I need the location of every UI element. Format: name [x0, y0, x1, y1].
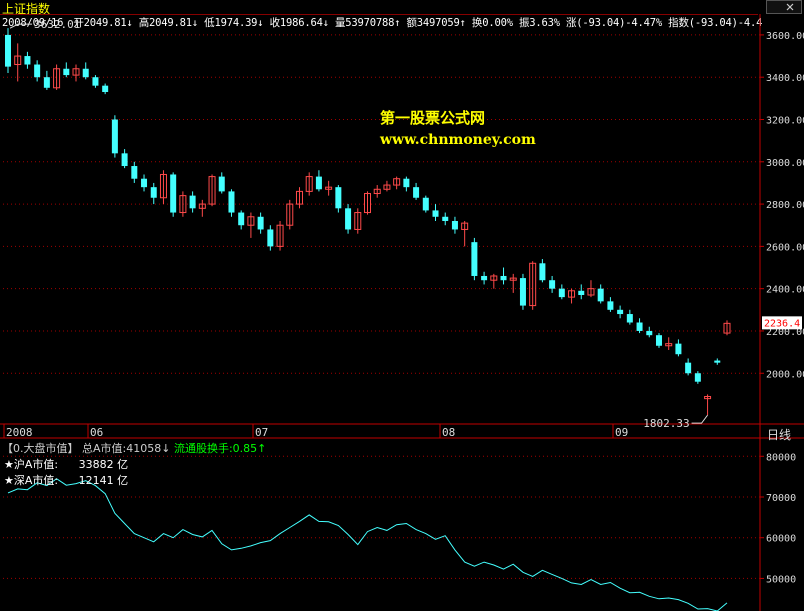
high-annotation: 3632.01	[34, 18, 80, 31]
candle-body-down	[238, 212, 245, 226]
lower-y-tick-label: 80000	[766, 452, 796, 463]
candle-body-down	[646, 330, 653, 336]
candle-body-down	[150, 187, 157, 198]
candle-body-down	[141, 178, 148, 188]
candle-body-down	[578, 290, 585, 296]
candle-body-down	[519, 278, 526, 306]
candle-body-down	[714, 360, 721, 363]
candle-body-down	[170, 174, 177, 213]
sh-market-cap: ★沪A市值: 33882 亿	[4, 456, 128, 472]
market-cap-line	[7, 478, 728, 611]
sz-value: 12141	[78, 474, 114, 487]
candle-body-down	[617, 309, 624, 315]
indicator-header: 【0.大盘市值】 总A市值:41058↓ 流通股换手:0.85↑	[2, 440, 266, 456]
candle-body-down	[549, 280, 556, 289]
y-tick-label: 2400.00	[766, 285, 804, 296]
candle-body-down	[43, 77, 50, 88]
candle-body-down	[675, 343, 682, 355]
candle-body-down	[626, 314, 633, 323]
candle-body-down	[92, 77, 99, 86]
candle-body-down	[432, 210, 439, 217]
sh-value: 33882	[78, 458, 114, 471]
candle-body-down	[335, 187, 342, 209]
candle-body-down	[82, 68, 89, 78]
low-marker-line	[691, 414, 708, 424]
x-tick-label: 06	[90, 426, 103, 439]
turnover-value: 0.85↑	[232, 442, 267, 455]
sh-unit: 亿	[117, 458, 129, 471]
candle-body-down	[451, 221, 458, 230]
y-tick-label: 3200.00	[766, 116, 804, 127]
candle-body-down	[218, 176, 225, 192]
candle-body-down	[102, 85, 109, 93]
y-tick-label: 3600.00	[766, 31, 804, 42]
x-tick-label: 2008	[6, 426, 33, 439]
y-tick-label: 2000.00	[766, 369, 804, 380]
y-tick-label: 3400.00	[766, 73, 804, 84]
candle-body-down	[63, 68, 70, 76]
lower-y-tick-label: 60000	[766, 534, 796, 545]
candle-body-down	[655, 335, 662, 346]
total-a-label: 总A市值:	[82, 442, 127, 455]
candle-body-down	[257, 216, 264, 230]
candle-body-down	[539, 263, 546, 281]
candle-body-down	[636, 322, 643, 331]
candle-body-down	[34, 64, 41, 78]
watermark-title: 第一股票公式网	[380, 109, 486, 127]
y-tick-label: 3000.00	[766, 158, 804, 169]
low-annotation: 1802.33	[643, 417, 689, 430]
candle-body-down	[131, 166, 138, 179]
candle-body-down	[558, 288, 565, 298]
sz-label: ★深A市值:	[4, 474, 59, 487]
y-tick-label: 2800.00	[766, 200, 804, 211]
sz-unit: 亿	[117, 474, 129, 487]
candle-body-down	[24, 56, 31, 65]
lower-y-tick-label: 50000	[766, 574, 796, 585]
candle-body-down	[5, 34, 11, 67]
chart-canvas[interactable]: 2000.002200.002400.002600.002800.003000.…	[0, 0, 804, 611]
sh-label: ★沪A市值:	[4, 458, 59, 471]
period-label[interactable]: 日线	[767, 426, 791, 443]
x-tick-label: 09	[615, 426, 628, 439]
lower-y-tick-label: 70000	[766, 493, 796, 504]
candle-body-down	[500, 275, 507, 281]
candle-body-down	[694, 373, 701, 382]
candle-body-down	[442, 216, 449, 221]
candle-body-down	[481, 275, 488, 281]
indicator-name[interactable]: 【0.大盘市值】	[2, 442, 79, 455]
candle-body-down	[422, 197, 429, 211]
turnover-label: 流通股换手:	[173, 442, 233, 455]
last-price-label: 2236.4	[764, 318, 800, 329]
candle-body-down	[315, 176, 322, 190]
candle-body-down	[471, 242, 478, 276]
y-tick-label: 2600.00	[766, 242, 804, 253]
candle-body-down	[685, 362, 692, 374]
sz-market-cap: ★深A市值: 12141 亿	[4, 472, 128, 488]
candle-body-down	[189, 195, 196, 209]
x-tick-label: 07	[255, 426, 268, 439]
candle-body-down	[607, 301, 614, 310]
candle-body-down	[111, 119, 118, 154]
candle-body-down	[597, 288, 604, 302]
candle-body-down	[267, 229, 274, 247]
high-marker-line	[9, 23, 32, 29]
candle-body-down	[121, 153, 128, 167]
x-tick-label: 08	[442, 426, 455, 439]
watermark-url[interactable]: www.chnmoney.com	[380, 132, 536, 148]
total-a-value: 41058↓	[126, 442, 171, 455]
candle-body-down	[228, 191, 235, 213]
candle-body-down	[345, 208, 352, 230]
candle-body-down	[413, 187, 420, 198]
candle-body-down	[403, 178, 410, 188]
